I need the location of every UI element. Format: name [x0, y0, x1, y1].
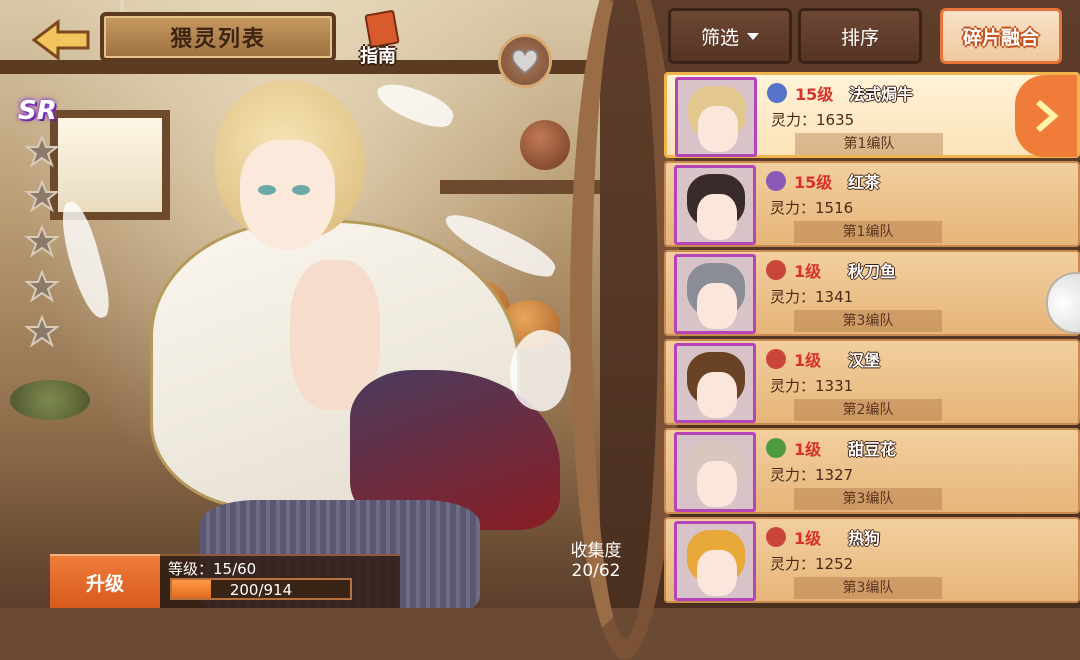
guide-label: 指南: [360, 46, 396, 67]
card-team: 第3编队: [794, 488, 942, 510]
star-icon: [24, 269, 60, 303]
rarity-badge: SR: [18, 96, 57, 126]
character-eye: [292, 185, 310, 195]
character-portrait: [674, 343, 756, 423]
page-title: 猥灵列表: [100, 12, 336, 62]
swords-icon: [766, 349, 786, 369]
star-icon: [24, 314, 60, 348]
star-rating: [24, 134, 64, 359]
sort-button[interactable]: 排序: [798, 8, 922, 64]
card-name: 汉堡: [848, 351, 881, 370]
card-team: 第1编队: [795, 133, 943, 155]
exp-text: 200/914: [229, 581, 293, 599]
card-level: 1级: [794, 351, 822, 370]
character-card[interactable]: 15级 法式焗牛 灵力：1635 第1编队: [664, 72, 1080, 158]
fragment-fusion-button[interactable]: 碎片融合: [940, 8, 1062, 64]
dropdown-caret-icon: [747, 32, 759, 40]
card-power: 灵力：1516: [770, 199, 854, 217]
card-power: 灵力：1341: [770, 288, 854, 306]
character-portrait: [674, 432, 756, 512]
card-name: 法式焗牛: [849, 85, 914, 104]
portrait-face: [697, 194, 737, 240]
card-level: 15级: [795, 85, 834, 104]
character-card[interactable]: 15级 红茶 灵力：1516 第1编队: [664, 161, 1080, 247]
star-icon: [24, 224, 60, 258]
portrait-face: [697, 372, 737, 418]
card-power: 灵力：1252: [770, 555, 854, 573]
back-arrow-icon: [31, 19, 90, 61]
card-name: 甜豆花: [848, 440, 897, 459]
card-team: 第3编队: [794, 310, 942, 332]
swords-icon: [766, 260, 786, 280]
portrait-face: [697, 283, 737, 329]
guide-button[interactable]: 指南: [352, 9, 412, 67]
card-level: 15级: [794, 173, 833, 192]
vegetables: [10, 380, 90, 420]
star-icon: [24, 134, 60, 168]
chevron-right-icon: [1036, 99, 1059, 133]
character-card[interactable]: 1级 甜豆花 灵力：1327 第3编队: [664, 428, 1080, 514]
swords-icon: [766, 527, 786, 547]
character-list[interactable]: 15级 法式焗牛 灵力：1635 第1编队 15级 红茶 灵力：1516 第1编…: [664, 72, 1080, 608]
character-eye: [258, 185, 276, 195]
card-power: 灵力：1635: [771, 111, 855, 129]
character-card[interactable]: 1级 秋刀鱼 灵力：1341 第3编队: [664, 250, 1080, 336]
portrait-face: [698, 106, 738, 152]
favorite-button[interactable]: [498, 34, 552, 88]
heart-icon: [511, 48, 539, 75]
level-panel: 等级：15/60 200/914: [160, 554, 400, 608]
character-portrait: [675, 77, 757, 157]
card-level: 1级: [794, 440, 822, 459]
card-level: 1级: [794, 529, 822, 548]
details-arrow-button[interactable]: [1015, 75, 1077, 157]
collection-value: 20/62: [571, 561, 621, 581]
character-card[interactable]: 1级 汉堡 灵力：1331 第2编队: [664, 339, 1080, 425]
star-icon: [766, 171, 786, 191]
character-card[interactable]: 1级 热狗 灵力：1252 第3编队: [664, 517, 1080, 603]
portrait-face: [697, 550, 737, 596]
back-button[interactable]: [28, 18, 94, 62]
exp-progress-bar: 200/914: [170, 578, 352, 600]
card-level: 1级: [794, 262, 822, 281]
level-text: 等级：15/60: [168, 560, 257, 578]
character-portrait: [674, 254, 756, 334]
card-name: 红茶: [848, 173, 881, 192]
portrait-face: [697, 461, 737, 507]
collection-label: 收集度: [570, 541, 622, 561]
card-team: 第3编队: [794, 577, 942, 599]
plus-icon: [766, 438, 786, 458]
collection-progress: 收集度 20/62: [556, 536, 636, 581]
star-icon: [24, 179, 60, 213]
character-illustration: [140, 70, 560, 608]
card-power: 灵力：1331: [770, 377, 854, 395]
character-portrait: [674, 521, 756, 601]
shield-icon: [767, 83, 787, 103]
character-face: [240, 140, 335, 250]
card-team: 第2编队: [794, 399, 942, 421]
card-name: 热狗: [848, 529, 881, 548]
character-scene: [0, 0, 640, 608]
card-name: 秋刀鱼: [848, 262, 897, 281]
filter-button[interactable]: 筛选: [668, 8, 792, 64]
filter-label: 筛选: [700, 26, 739, 49]
card-team: 第1编队: [794, 221, 942, 243]
character-portrait: [674, 165, 756, 245]
level-up-button[interactable]: 升级: [50, 554, 160, 608]
card-power: 灵力：1327: [770, 466, 854, 484]
